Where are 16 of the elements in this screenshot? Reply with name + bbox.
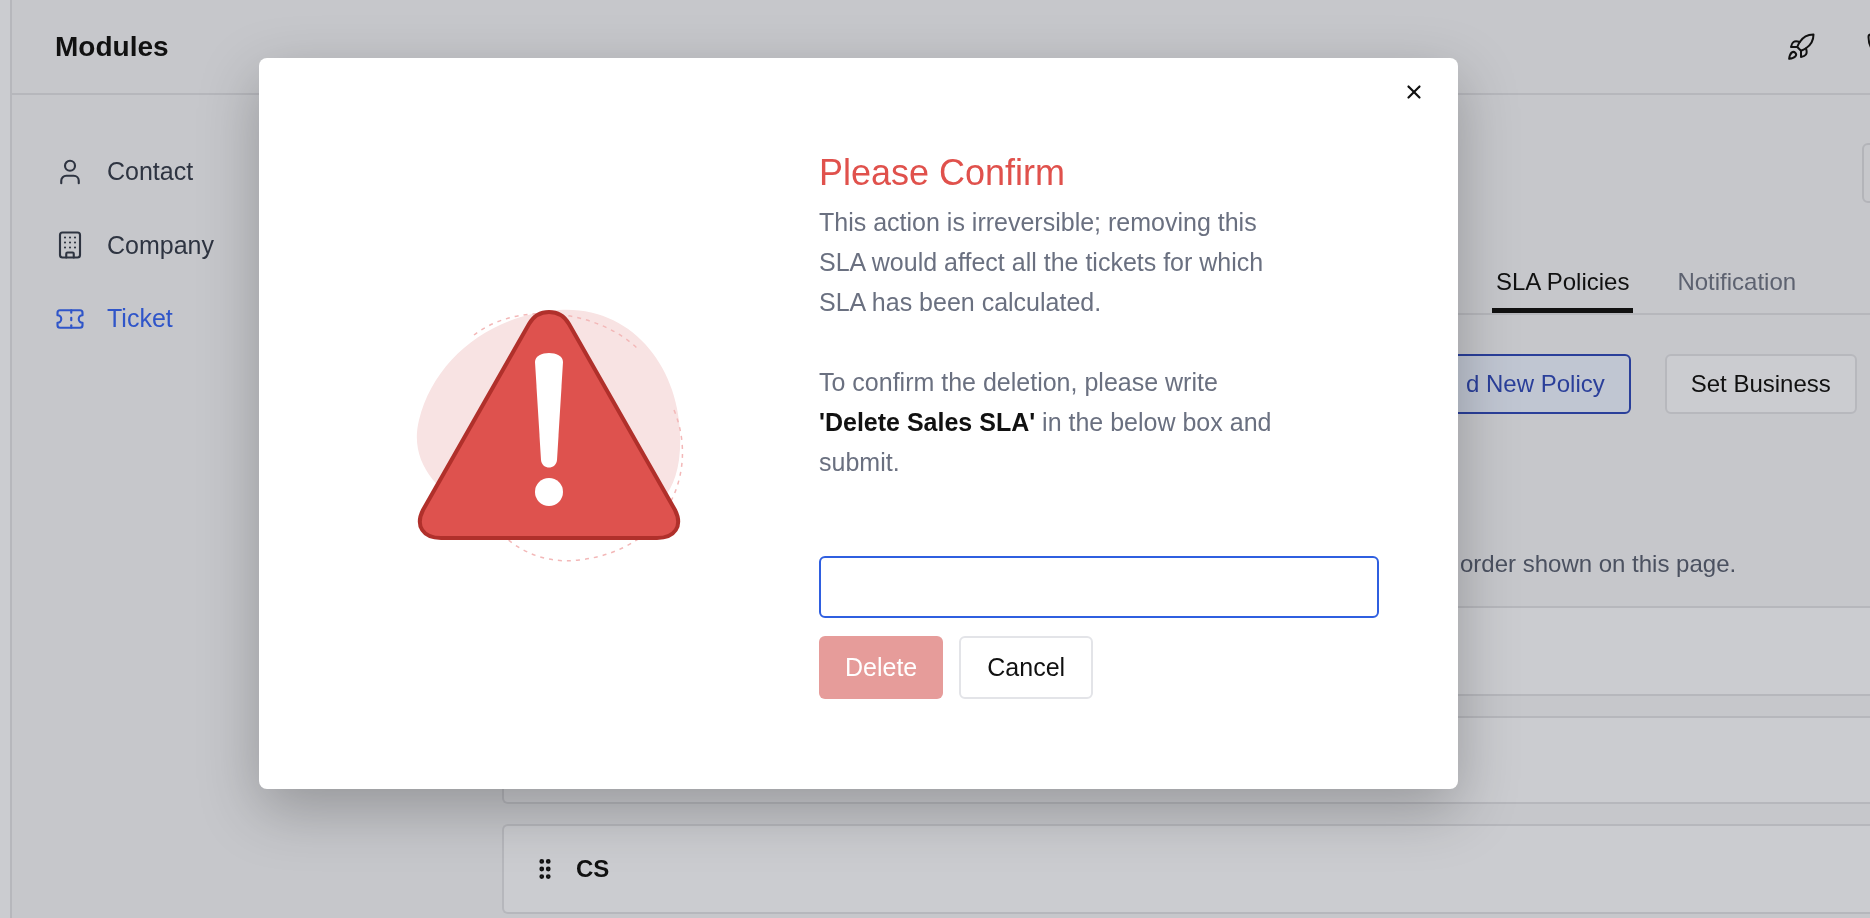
sidebar-item[interactable]: Ticket <box>55 300 502 338</box>
tab[interactable]: Notification <box>1673 245 1801 313</box>
sidebar-item[interactable]: Contact <box>55 153 502 191</box>
dialog-message: This action is irreversible; removing this SLA would affect all the tickets for which SLA has been calculated. <box>819 207 1265 318</box>
row-title: CS <box>576 854 610 884</box>
list-row[interactable]: CS <box>502 824 1870 914</box>
business-hours-button[interactable]: Set Business <box>1664 354 1857 414</box>
cancel-button[interactable]: Cancel <box>959 636 1094 699</box>
rocket-icon[interactable] <box>1786 31 1816 62</box>
tab[interactable]: SLA Policies <box>1492 245 1634 313</box>
hint-text: order shown on this page. <box>1460 550 1737 577</box>
sidebar-item[interactable]: Company <box>55 226 502 264</box>
page-title: Modules <box>55 29 169 64</box>
confirmation-input[interactable] <box>819 556 1379 618</box>
dialog-message: To confirm the deletion, please write 'Delete Sales SLA' in the below box and submit. <box>819 367 1273 478</box>
dialog-title: Please Confirm <box>819 151 1067 195</box>
